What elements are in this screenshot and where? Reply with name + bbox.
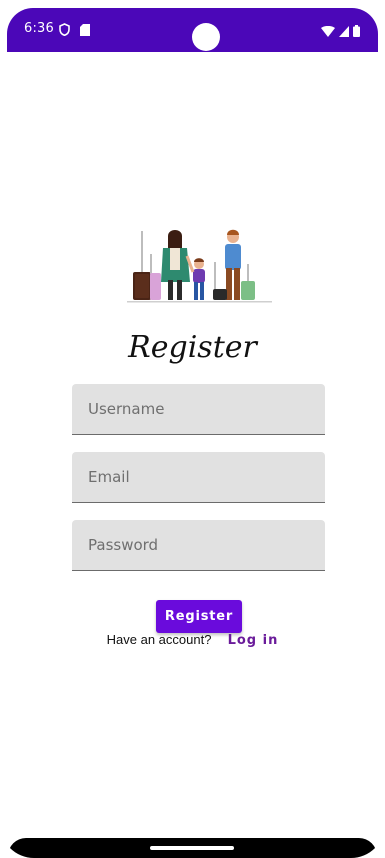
username-input[interactable] (72, 384, 325, 434)
family-travel-illustration (127, 224, 272, 310)
phone-screen: 6:36 Register Username Email Register Ha… (0, 0, 385, 858)
status-icons-left (59, 21, 90, 40)
status-bar: 6:36 (7, 8, 378, 52)
have-account-text: Have an account? (106, 632, 212, 647)
battery-icon (353, 22, 360, 41)
vpn-shield-icon (59, 21, 70, 40)
password-field[interactable] (72, 520, 325, 571)
password-input[interactable] (72, 520, 325, 570)
username-field[interactable] (72, 384, 325, 435)
camera-cutout (192, 23, 220, 51)
login-link[interactable]: Log in (228, 633, 279, 648)
signal-icon (339, 22, 349, 41)
email-input[interactable] (72, 452, 325, 502)
register-button[interactable]: Register (156, 600, 242, 633)
email-field[interactable] (72, 452, 325, 503)
status-time: 6:36 (24, 21, 54, 36)
login-prompt-row: Have an account? Log in (0, 632, 385, 648)
sim-card-icon (80, 21, 90, 40)
page-title: Register (128, 330, 257, 365)
home-gesture-handle[interactable] (150, 846, 234, 850)
wifi-icon (321, 22, 335, 41)
status-icons-right (321, 22, 360, 41)
navigation-bar (8, 838, 377, 858)
